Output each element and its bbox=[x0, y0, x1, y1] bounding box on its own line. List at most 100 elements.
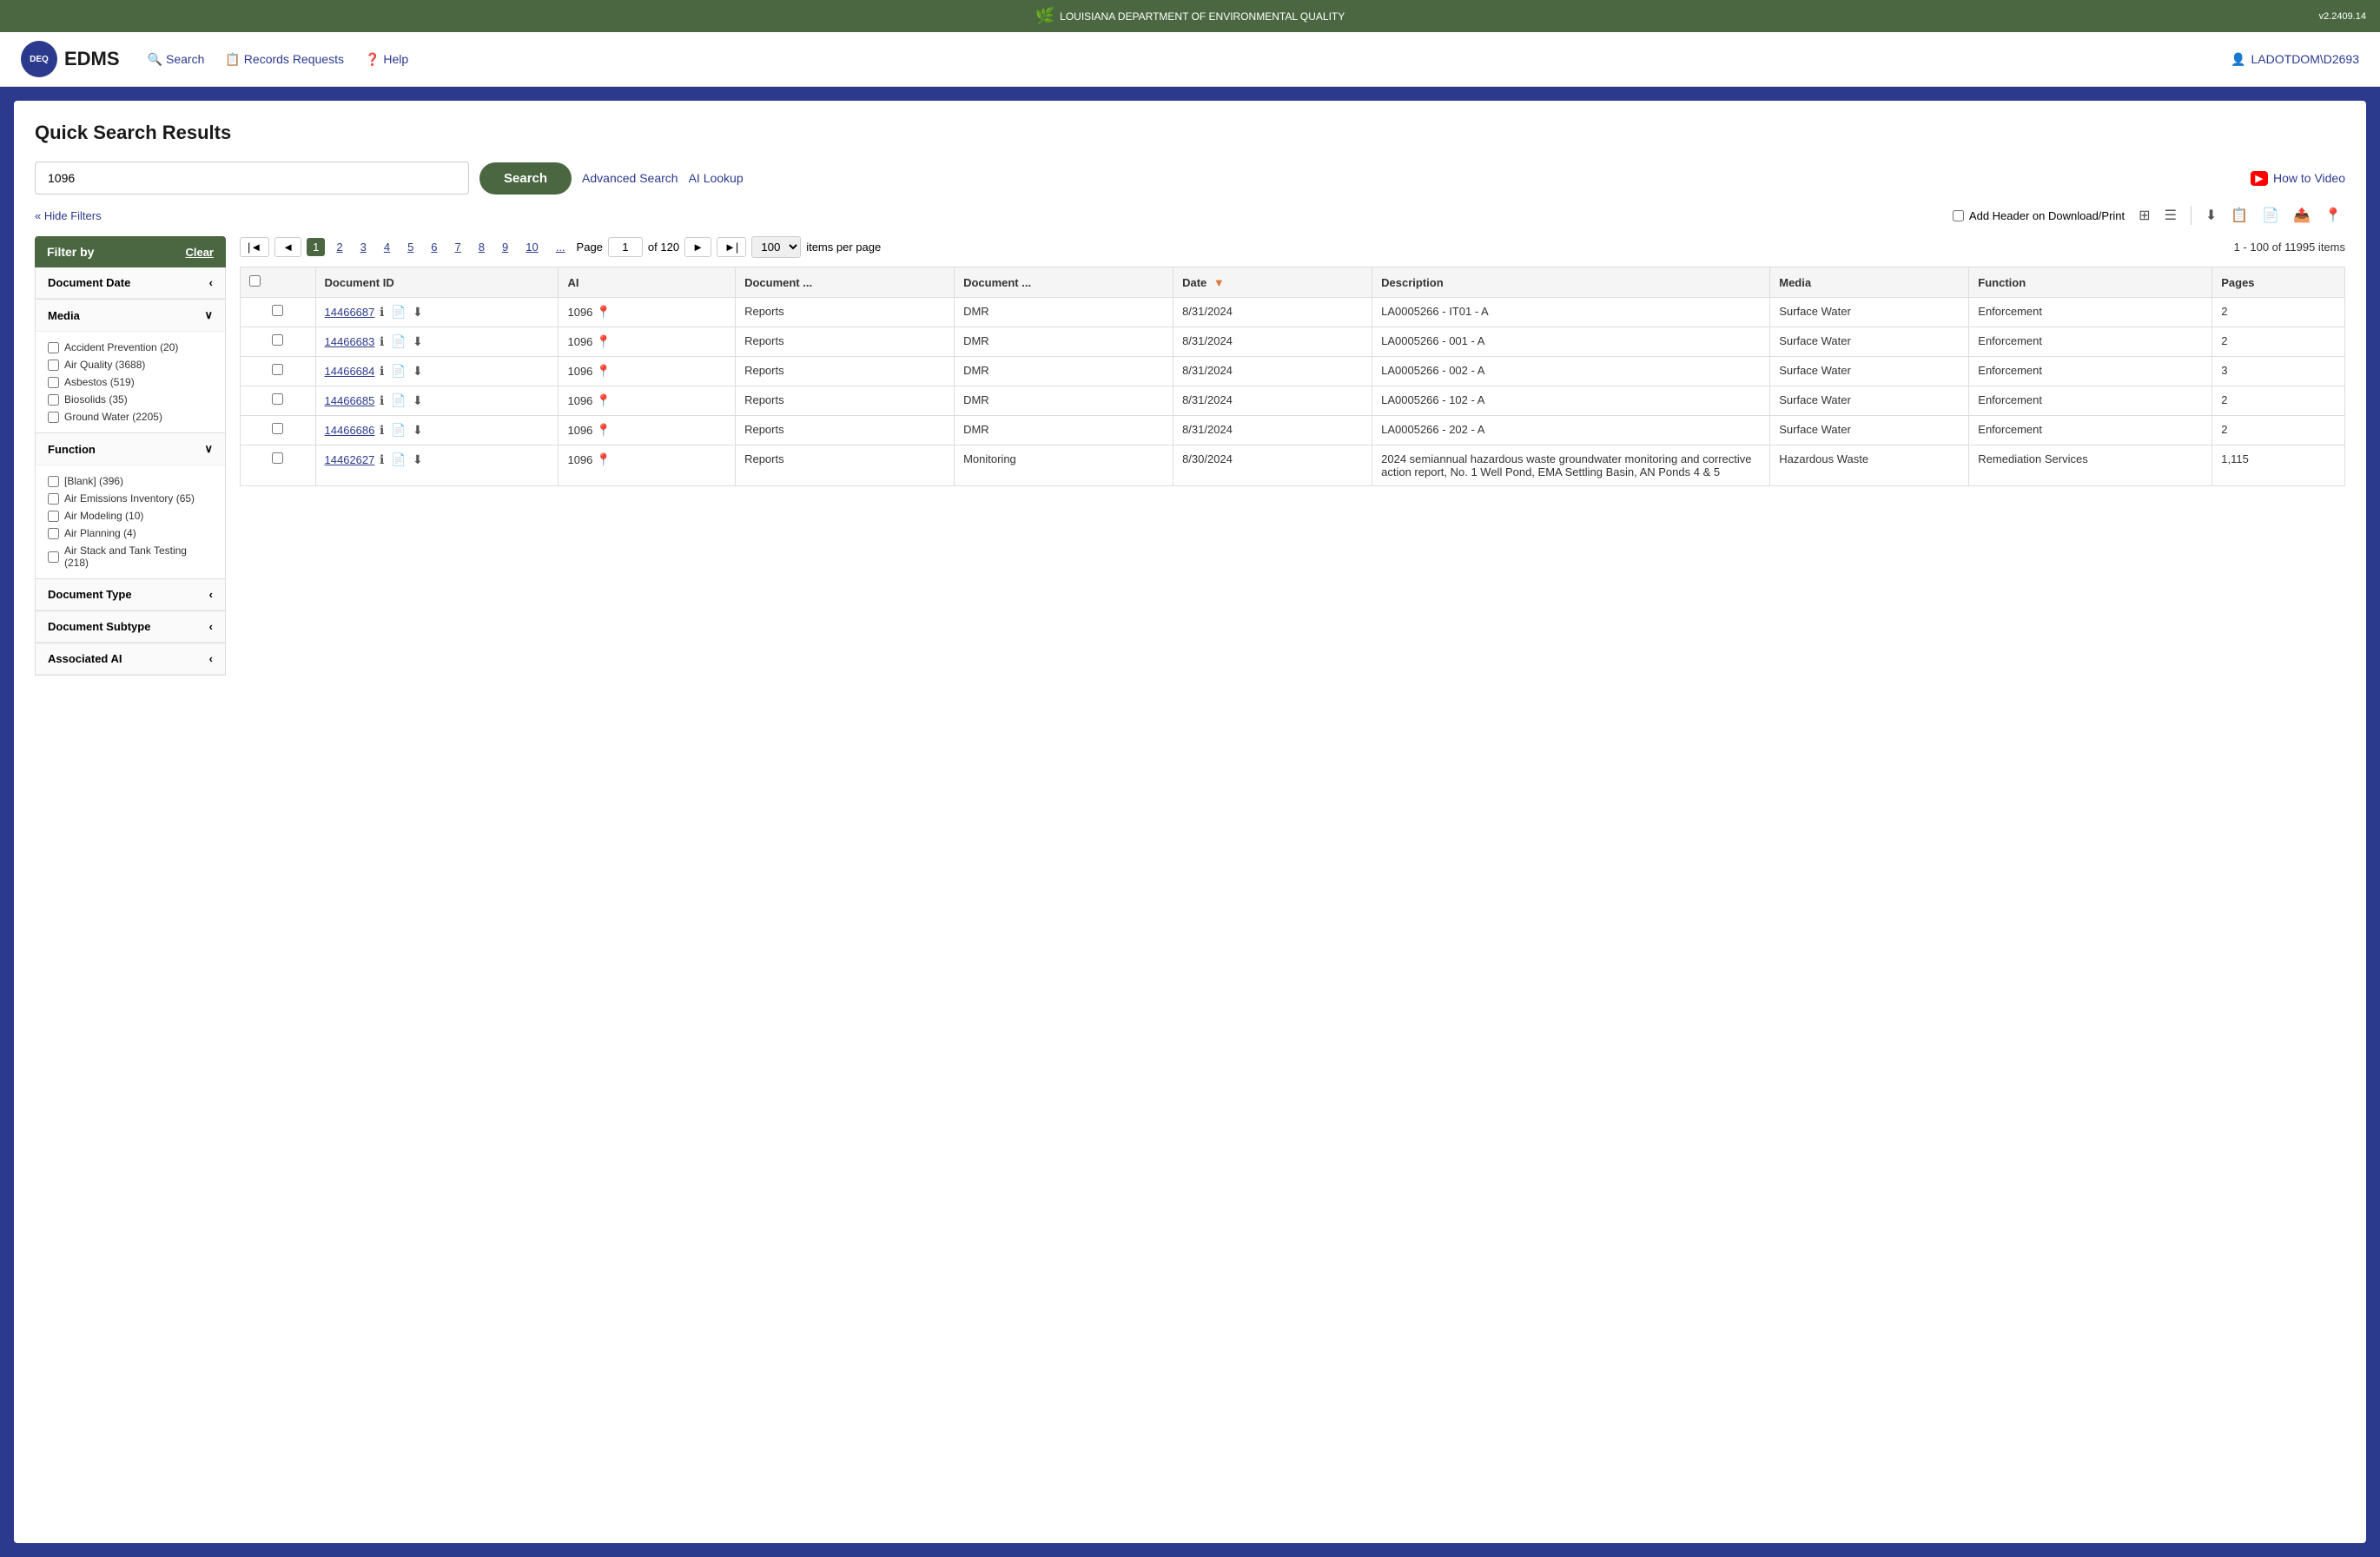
preview-icon-btn[interactable]: 📄 bbox=[389, 423, 407, 438]
nav-help[interactable]: ❓ Help bbox=[365, 52, 408, 67]
preview-icon-btn[interactable]: 📄 bbox=[389, 305, 407, 320]
page-input[interactable] bbox=[608, 237, 643, 257]
col-header-doctype[interactable]: Document ... bbox=[736, 267, 955, 298]
search-button[interactable]: Search bbox=[479, 162, 572, 195]
map-pin-icon[interactable]: 📍 bbox=[596, 423, 611, 437]
info-icon-btn[interactable]: ℹ bbox=[378, 423, 386, 438]
col-header-media[interactable]: Media bbox=[1770, 267, 1969, 298]
info-icon-btn[interactable]: ℹ bbox=[378, 334, 386, 349]
info-icon-btn[interactable]: ℹ bbox=[378, 364, 386, 379]
document-id-link[interactable]: 14466685 bbox=[325, 394, 375, 407]
page-10-button[interactable]: 10 bbox=[519, 238, 544, 256]
document-id-link[interactable]: 14466684 bbox=[325, 365, 375, 378]
preview-icon-btn[interactable]: 📄 bbox=[389, 334, 407, 349]
map-pin-icon[interactable]: 📍 bbox=[596, 393, 611, 407]
row-select-checkbox[interactable] bbox=[272, 364, 283, 375]
page-2-button[interactable]: 2 bbox=[330, 238, 348, 256]
filter-media-accident-checkbox[interactable] bbox=[48, 342, 59, 353]
filter-document-date-toggle[interactable]: Document Date ‹ bbox=[36, 267, 225, 299]
download-row-btn[interactable]: ⬇ bbox=[411, 305, 425, 320]
filter-function-airplanning-checkbox[interactable] bbox=[48, 528, 59, 539]
download-button[interactable]: ⬇ bbox=[2202, 205, 2220, 226]
header-download-option: Add Header on Download/Print bbox=[1953, 209, 2125, 222]
document-id-link[interactable]: 14466687 bbox=[325, 306, 375, 319]
page-9-button[interactable]: 9 bbox=[496, 238, 514, 256]
page-3-button[interactable]: 3 bbox=[354, 238, 373, 256]
row-select-checkbox[interactable] bbox=[272, 423, 283, 434]
select-all-checkbox[interactable] bbox=[249, 275, 261, 287]
filter-function-airmodeling-checkbox[interactable] bbox=[48, 511, 59, 522]
items-per-page-select[interactable]: 100 50 25 bbox=[751, 236, 801, 258]
advanced-search-link[interactable]: Advanced Search bbox=[582, 171, 678, 185]
filter-media-airquality-checkbox[interactable] bbox=[48, 360, 59, 371]
page-4-button[interactable]: 4 bbox=[378, 238, 396, 256]
col-header-pages[interactable]: Pages bbox=[2212, 267, 2345, 298]
filter-media-groundwater-checkbox[interactable] bbox=[48, 412, 59, 423]
filter-media-biosolids-checkbox[interactable] bbox=[48, 394, 59, 406]
row-select-checkbox[interactable] bbox=[272, 452, 283, 464]
info-icon-btn[interactable]: ℹ bbox=[378, 452, 386, 467]
filter-associatedai-toggle[interactable]: Associated AI ‹ bbox=[36, 643, 225, 675]
next-page-button[interactable]: ► bbox=[684, 237, 711, 257]
filter-doctype-toggle[interactable]: Document Type ‹ bbox=[36, 579, 225, 610]
download-row-btn[interactable]: ⬇ bbox=[411, 393, 425, 408]
document-id-link[interactable]: 14466683 bbox=[325, 335, 375, 348]
export-button[interactable]: 📤 bbox=[2290, 205, 2314, 226]
filter-section-docsubtype: Document Subtype ‹ bbox=[35, 611, 226, 643]
page-7-button[interactable]: 7 bbox=[449, 238, 467, 256]
first-page-button[interactable]: |◄ bbox=[240, 237, 269, 257]
col-header-docsubtype[interactable]: Document ... bbox=[955, 267, 1173, 298]
add-header-checkbox[interactable] bbox=[1953, 210, 1964, 221]
list-view-button[interactable]: ☰ bbox=[2161, 205, 2180, 226]
copy-button[interactable]: 📋 bbox=[2227, 205, 2251, 226]
how-to-video-link[interactable]: ▶ How to Video bbox=[2251, 171, 2345, 186]
row-select-checkbox[interactable] bbox=[272, 305, 283, 316]
map-pin-icon[interactable]: 📍 bbox=[596, 334, 611, 348]
filter-media-biosolids: Biosolids (35) bbox=[48, 391, 213, 408]
preview-icon-btn[interactable]: 📄 bbox=[389, 452, 407, 467]
row-select-checkbox[interactable] bbox=[272, 334, 283, 346]
nav-records-requests[interactable]: 📋 Records Requests bbox=[225, 52, 344, 67]
col-header-date[interactable]: Date ▼ bbox=[1173, 267, 1372, 298]
filter-media-asbestos-checkbox[interactable] bbox=[48, 377, 59, 388]
filter-function-toggle[interactable]: Function ∨ bbox=[36, 433, 225, 465]
search-input[interactable] bbox=[35, 162, 469, 195]
prev-page-button[interactable]: ◄ bbox=[274, 237, 301, 257]
col-header-docid[interactable]: Document ID bbox=[315, 267, 559, 298]
info-icon-btn[interactable]: ℹ bbox=[378, 305, 386, 320]
col-header-ai[interactable]: AI bbox=[559, 267, 736, 298]
download-row-btn[interactable]: ⬇ bbox=[411, 364, 425, 379]
filter-media-toggle[interactable]: Media ∨ bbox=[36, 300, 225, 332]
page-8-button[interactable]: 8 bbox=[473, 238, 491, 256]
filter-clear-button[interactable]: Clear bbox=[185, 246, 214, 259]
page-1-button[interactable]: 1 bbox=[307, 238, 325, 256]
row-select-checkbox[interactable] bbox=[272, 393, 283, 405]
page-6-button[interactable]: 6 bbox=[425, 238, 443, 256]
filter-function-airstacktank-checkbox[interactable] bbox=[48, 551, 59, 563]
ai-lookup-link[interactable]: AI Lookup bbox=[689, 171, 744, 185]
map-pin-icon[interactable]: 📍 bbox=[596, 364, 611, 378]
col-header-function[interactable]: Function bbox=[1969, 267, 2212, 298]
last-page-button[interactable]: ►| bbox=[717, 237, 746, 257]
preview-icon-btn[interactable]: 📄 bbox=[389, 393, 407, 408]
filter-docsubtype-toggle[interactable]: Document Subtype ‹ bbox=[36, 611, 225, 643]
document-id-link[interactable]: 14466686 bbox=[325, 424, 375, 437]
document-id-link[interactable]: 14462627 bbox=[325, 453, 375, 466]
download-row-btn[interactable]: ⬇ bbox=[411, 452, 425, 467]
filter-section-associatedai: Associated AI ‹ bbox=[35, 643, 226, 676]
info-icon-btn[interactable]: ℹ bbox=[378, 393, 386, 408]
map-button[interactable]: 📍 bbox=[2321, 205, 2345, 226]
col-header-description[interactable]: Description bbox=[1372, 267, 1770, 298]
page-5-button[interactable]: 5 bbox=[401, 238, 420, 256]
grid-view-button[interactable]: ⊞ bbox=[2135, 205, 2153, 226]
nav-search[interactable]: 🔍 Search bbox=[148, 52, 205, 67]
hide-filters-link[interactable]: « Hide Filters bbox=[35, 209, 102, 222]
map-pin-icon[interactable]: 📍 bbox=[596, 452, 611, 466]
map-pin-icon[interactable]: 📍 bbox=[596, 305, 611, 319]
filter-function-blank-checkbox[interactable] bbox=[48, 476, 59, 487]
filter-function-airemissions-checkbox[interactable] bbox=[48, 493, 59, 505]
download-row-btn[interactable]: ⬇ bbox=[411, 423, 425, 438]
pdf-button[interactable]: 📄 bbox=[2258, 205, 2283, 226]
download-row-btn[interactable]: ⬇ bbox=[411, 334, 425, 349]
preview-icon-btn[interactable]: 📄 bbox=[389, 364, 407, 379]
